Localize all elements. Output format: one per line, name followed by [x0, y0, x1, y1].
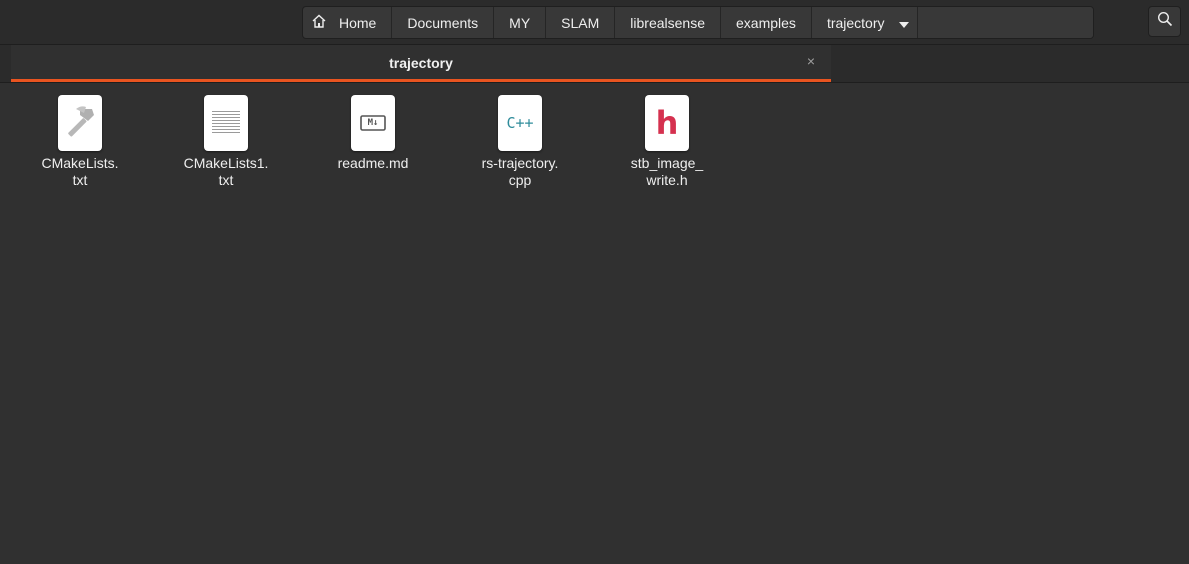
file-name: CMakeLists. txt [41, 155, 119, 188]
crumb-documents[interactable]: Documents [392, 7, 495, 38]
file-name: stb_image_ write.h [630, 155, 704, 188]
file-item[interactable]: CMakeLists1. txt [171, 95, 281, 189]
dropdown-arrow-icon[interactable] [898, 15, 909, 31]
file-name: CMakeLists1. txt [183, 155, 269, 188]
tab-bar: trajectory × [0, 45, 1189, 83]
file-name: readme.md [337, 155, 409, 171]
home-icon [311, 13, 327, 32]
crumb-label: SLAM [561, 14, 600, 31]
crumb-home[interactable]: Home [303, 7, 393, 38]
crumb-label: examples [736, 14, 796, 31]
file-item[interactable]: C++ rs-trajectory. cpp [465, 95, 575, 189]
header-icon: h [645, 95, 689, 151]
close-icon[interactable]: × [803, 53, 819, 69]
crumb-current[interactable]: trajectory [811, 7, 918, 38]
pathbar-filler [917, 7, 1093, 38]
cpp-icon: C++ [498, 95, 542, 151]
search-button[interactable] [1148, 6, 1181, 37]
file-item[interactable]: M↓ readme.md [318, 95, 428, 172]
file-item[interactable]: CMakeLists. txt [25, 95, 135, 189]
file-name: rs-trajectory. cpp [481, 155, 559, 188]
build-icon [58, 95, 102, 151]
crumb-home-label: Home [339, 14, 377, 31]
tab-trajectory[interactable]: trajectory × [11, 45, 831, 82]
file-item[interactable]: h stb_image_ write.h [612, 95, 722, 189]
crumb-examples[interactable]: examples [721, 7, 812, 38]
crumb-current-label: trajectory [826, 14, 885, 31]
crumb-label: Documents [407, 14, 479, 31]
crumb-label: librealsense [630, 14, 706, 31]
header-bar: Home Documents MY SLAM librealsense exam… [0, 0, 1189, 45]
crumb-slam[interactable]: SLAM [546, 7, 616, 38]
crumb-label: MY [509, 14, 531, 31]
header-icon-text: h [655, 104, 679, 142]
path-bar: Home Documents MY SLAM librealsense exam… [302, 6, 1094, 39]
markdown-icon: M↓ [351, 95, 395, 151]
text-file-icon [204, 95, 248, 151]
crumb-librealsense[interactable]: librealsense [615, 7, 722, 38]
file-view: CMakeLists. txt CMakeLists1. txt M↓ read… [0, 83, 1189, 564]
markdown-icon-text: M↓ [367, 118, 379, 128]
tab-label: trajectory [389, 55, 453, 71]
search-icon [1157, 11, 1173, 32]
cpp-icon-text: C++ [506, 114, 534, 132]
crumb-my[interactable]: MY [494, 7, 547, 38]
file-manager-window: Home Documents MY SLAM librealsense exam… [0, 0, 1189, 564]
